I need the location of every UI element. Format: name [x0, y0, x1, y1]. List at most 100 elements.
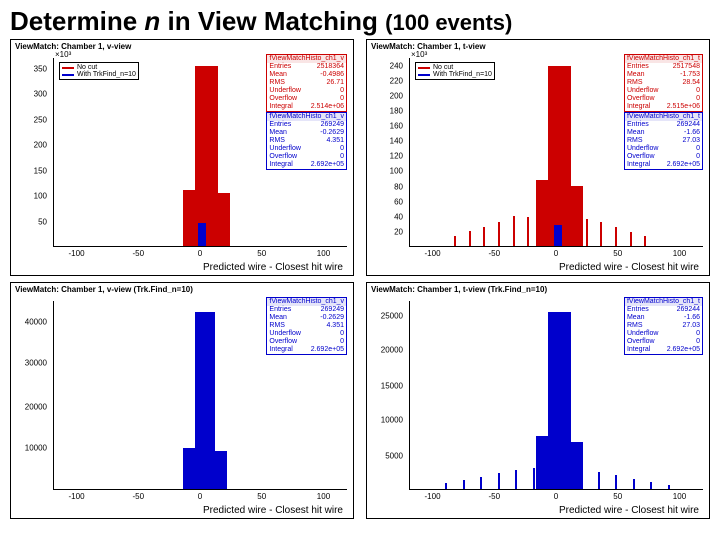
peak-red-shoulder-r	[218, 193, 230, 246]
ytick: 350	[34, 65, 47, 74]
stat-val: 269249	[321, 306, 344, 314]
ytick: 100	[390, 167, 403, 176]
peak-red-shoulder-l	[536, 180, 548, 246]
panel-vview-top: ViewMatch: Chamber 1, v-view ×10³ No cut…	[10, 39, 354, 276]
stats-box-red: fViewMatchHisto_ch1_t Entries2517548 Mea…	[624, 54, 703, 112]
ytick: 10000	[381, 416, 403, 425]
ytick: 40000	[25, 317, 47, 326]
xtick: 50	[613, 249, 622, 258]
ytick: 200	[390, 91, 403, 100]
xtick: 0	[198, 249, 202, 258]
ytick: 120	[390, 152, 403, 161]
stat-val: 0	[340, 87, 344, 95]
stat-val: 0	[696, 153, 700, 161]
panel-tview-bottom: ViewMatch: Chamber 1, t-view (Trk.Find_n…	[366, 282, 710, 519]
ytick: 200	[34, 140, 47, 149]
ytick: 25000	[381, 312, 403, 321]
peak-blue-shoulder-l	[183, 448, 195, 489]
xtick: -50	[132, 492, 144, 501]
x-ticks: -100 -50 0 50 100	[409, 492, 703, 502]
y-ticks: 5000 10000 15000 20000 25000	[367, 301, 407, 490]
stat-val: 0	[696, 145, 700, 153]
chart-title: ViewMatch: Chamber 1, t-view	[371, 42, 486, 51]
title-mid: in View Matching	[160, 6, 385, 36]
stat-val: 269249	[321, 121, 344, 129]
ytick: 240	[390, 61, 403, 70]
stat-val: 0	[340, 145, 344, 153]
stat-val: 269244	[677, 306, 700, 314]
title-suffix: (100 events)	[385, 10, 512, 35]
stats-box-blue: fViewMatchHisto_ch1_t Entries269244 Mean…	[624, 112, 703, 170]
ytick: 30000	[25, 359, 47, 368]
x-ticks: -100 -50 0 50 100	[409, 249, 703, 259]
stat-val: 27.03	[682, 322, 700, 330]
x-axis-title: Predicted wire - Closest hit wire	[203, 262, 343, 273]
stat-val: 269244	[677, 121, 700, 129]
ytick: 220	[390, 76, 403, 85]
y-ticks: 20 40 60 80 100 120 140 160 180 200 220 …	[367, 58, 407, 247]
ytick: 5000	[385, 451, 403, 460]
chart-title: ViewMatch: Chamber 1, t-view (Trk.Find_n…	[371, 285, 547, 294]
xtick: -50	[488, 492, 500, 501]
panel-vview-bottom: ViewMatch: Chamber 1, v-view (Trk.Find_n…	[10, 282, 354, 519]
stats-box-blue: fViewMatchHisto_ch1_v Entries269249 Mean…	[266, 297, 347, 355]
stats-box-blue: fViewMatchHisto_ch1_t Entries269244 Mean…	[624, 297, 703, 355]
ytick: 50	[38, 218, 47, 227]
stat-val: -0.4986	[320, 71, 344, 79]
chart-title: ViewMatch: Chamber 1, v-view (Trk.Find_n…	[15, 285, 193, 294]
stat-val: 0	[340, 330, 344, 338]
ytick: 40	[394, 212, 403, 221]
panel-tview-top: ViewMatch: Chamber 1, t-view ×10³ No cut…	[366, 39, 710, 276]
stat-val: 4.351	[326, 137, 344, 145]
stat-val: -0.2629	[320, 129, 344, 137]
x-axis-title: Predicted wire - Closest hit wire	[559, 505, 699, 516]
stats-box-blue: fViewMatchHisto_ch1_v Entries269249 Mean…	[266, 112, 347, 170]
title-pre: Determine	[10, 6, 144, 36]
xtick: -100	[425, 249, 441, 258]
xtick: 100	[673, 249, 686, 258]
xtick: -50	[488, 249, 500, 258]
stat-val: 0	[696, 330, 700, 338]
stat-val: 2517548	[673, 63, 700, 71]
peak-blue	[198, 223, 207, 246]
peak-blue-shoulder-l	[536, 436, 548, 489]
xtick: 0	[554, 249, 558, 258]
stat-val: -1.66	[684, 129, 700, 137]
ytick: 10000	[25, 444, 47, 453]
stat-val: 27.03	[682, 137, 700, 145]
x-ticks: -100 -50 0 50 100	[53, 249, 347, 259]
stat-val: 2.515e+06	[667, 103, 700, 111]
peak-red	[195, 66, 218, 246]
stat-val: -1.66	[684, 314, 700, 322]
peak-red-shoulder-l	[183, 190, 195, 246]
ytick: 180	[390, 106, 403, 115]
peak-blue-shoulder-r	[215, 451, 227, 489]
stat-val: 4.351	[326, 322, 344, 330]
chart-grid: ViewMatch: Chamber 1, v-view ×10³ No cut…	[0, 39, 718, 527]
ytick: 300	[34, 89, 47, 98]
peak-blue	[554, 225, 563, 246]
ytick: 100	[34, 191, 47, 200]
ytick: 20000	[25, 402, 47, 411]
ytick: 20	[394, 227, 403, 236]
stats-hdr: fViewMatchHisto_ch1_v	[267, 55, 346, 63]
y-ticks: 50 100 150 200 250 300 350	[11, 58, 51, 247]
stat-val: 0	[696, 338, 700, 346]
xtick: -50	[132, 249, 144, 258]
stats-hdr: fViewMatchHisto_ch1_t	[625, 113, 702, 121]
stat-val: 0	[340, 338, 344, 346]
stat-val: 0	[340, 95, 344, 103]
ytick: 160	[390, 122, 403, 131]
stat-val: -0.2629	[320, 314, 344, 322]
peak-blue	[548, 312, 571, 489]
stat-val: 2.692e+05	[667, 346, 700, 354]
xtick: 0	[554, 492, 558, 501]
title-n: n	[144, 6, 160, 36]
stat-val: 0	[696, 87, 700, 95]
stats-hdr: fViewMatchHisto_ch1_t	[625, 55, 702, 63]
stat-val: 26.71	[326, 79, 344, 87]
peak-red	[548, 66, 571, 246]
xtick: 100	[317, 492, 330, 501]
xtick: -100	[69, 492, 85, 501]
stats-hdr: fViewMatchHisto_ch1_v	[267, 113, 346, 121]
